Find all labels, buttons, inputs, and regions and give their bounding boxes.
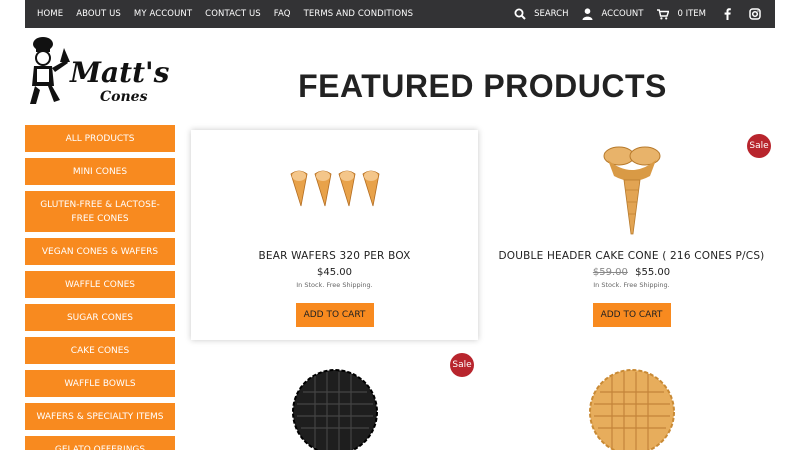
nav-my-account[interactable]: MY ACCOUNT [134, 9, 192, 19]
svg-text:Matt's: Matt's [69, 56, 170, 89]
nav-contact-us[interactable]: CONTACT US [205, 9, 261, 19]
product-name[interactable]: BEAR WAFERS 320 PER BOX [191, 250, 478, 262]
instagram-link[interactable] [749, 8, 761, 20]
original-price: $59.00 [592, 267, 628, 278]
svg-text:Cones: Cones [100, 89, 148, 105]
product-card[interactable]: Sale DOUBLE HEADER CAKE CONE ( 216 CONES… [488, 130, 775, 340]
cart-count: 0 ITEM [677, 9, 706, 19]
waffle-bowl-image [588, 369, 675, 450]
search-label: SEARCH [534, 9, 569, 19]
nav-home[interactable]: HOME [37, 9, 63, 19]
category-mini-cones[interactable]: MINI CONES [25, 158, 175, 185]
category-waffle-bowls[interactable]: WAFFLE BOWLS [25, 370, 175, 397]
bear-wafers-image [290, 170, 379, 207]
category-waffle-cones[interactable]: WAFFLE CONES [25, 271, 175, 298]
stock-status: In Stock. Free Shipping. [593, 281, 670, 289]
product-price: $45.00 [191, 267, 478, 278]
product-card[interactable]: Sale [191, 350, 478, 450]
current-price: $45.00 [317, 267, 352, 278]
product-image[interactable] [488, 368, 775, 450]
add-to-cart-button[interactable]: ADD TO CART [592, 303, 671, 327]
top-bar: HOME ABOUT US MY ACCOUNT CONTACT US FAQ … [25, 0, 775, 28]
page-title: FEATURED PRODUCTS [298, 68, 667, 104]
nav-terms[interactable]: TERMS AND CONDITIONS [304, 9, 414, 19]
user-icon [582, 8, 593, 20]
category-sidebar: ALL PRODUCTS MINI CONES GLUTEN-FREE & LA… [25, 125, 175, 450]
category-vegan[interactable]: VEGAN CONES & WAFERS [25, 238, 175, 265]
facebook-icon [724, 8, 731, 20]
category-cake-cones[interactable]: CAKE CONES [25, 337, 175, 364]
product-card[interactable]: BEAR WAFERS 320 PER BOX $45.00 In Stock.… [191, 130, 478, 340]
search-link[interactable]: SEARCH [514, 8, 568, 20]
sale-badge: Sale [747, 134, 771, 158]
facebook-link[interactable] [724, 8, 731, 20]
black-waffle-bowl-image [291, 369, 378, 450]
stock-status: In Stock. Free Shipping. [296, 281, 373, 289]
category-sugar-cones[interactable]: SUGAR CONES [25, 304, 175, 331]
account-link[interactable]: ACCOUNT [582, 8, 643, 20]
search-icon [514, 8, 526, 20]
top-right-actions: SEARCH ACCOUNT 0 ITEM [500, 0, 761, 28]
current-price: $55.00 [635, 267, 671, 278]
add-to-cart-button[interactable]: ADD TO CART [295, 303, 374, 327]
cart-icon [657, 8, 670, 19]
account-label: ACCOUNT [601, 9, 644, 19]
nav-faq[interactable]: FAQ [274, 9, 291, 19]
category-gluten-free[interactable]: GLUTEN-FREE & LACTOSE-FREE CONES [25, 191, 175, 232]
top-nav: HOME ABOUT US MY ACCOUNT CONTACT US FAQ … [37, 0, 426, 28]
double-header-cone-image [603, 146, 660, 235]
product-price: $59.00 $55.00 [488, 267, 775, 278]
category-all-products[interactable]: ALL PRODUCTS [25, 125, 175, 152]
category-wafers-specialty[interactable]: WAFERS & SPECIALTY ITEMS [25, 403, 175, 430]
site-logo[interactable]: Matt's Cones [26, 34, 176, 112]
instagram-icon [749, 8, 761, 20]
product-image[interactable] [191, 368, 478, 450]
product-image[interactable] [488, 146, 775, 236]
product-name[interactable]: DOUBLE HEADER CAKE CONE ( 216 CONES P/CS… [488, 250, 775, 262]
category-gelato[interactable]: GELATO OFFERINGS [25, 436, 175, 450]
logo-graphic: Matt's Cones [30, 37, 170, 105]
product-image[interactable] [191, 168, 478, 210]
product-card[interactable] [488, 350, 775, 450]
cart-link[interactable]: 0 ITEM [657, 8, 706, 20]
nav-about-us[interactable]: ABOUT US [76, 9, 121, 19]
